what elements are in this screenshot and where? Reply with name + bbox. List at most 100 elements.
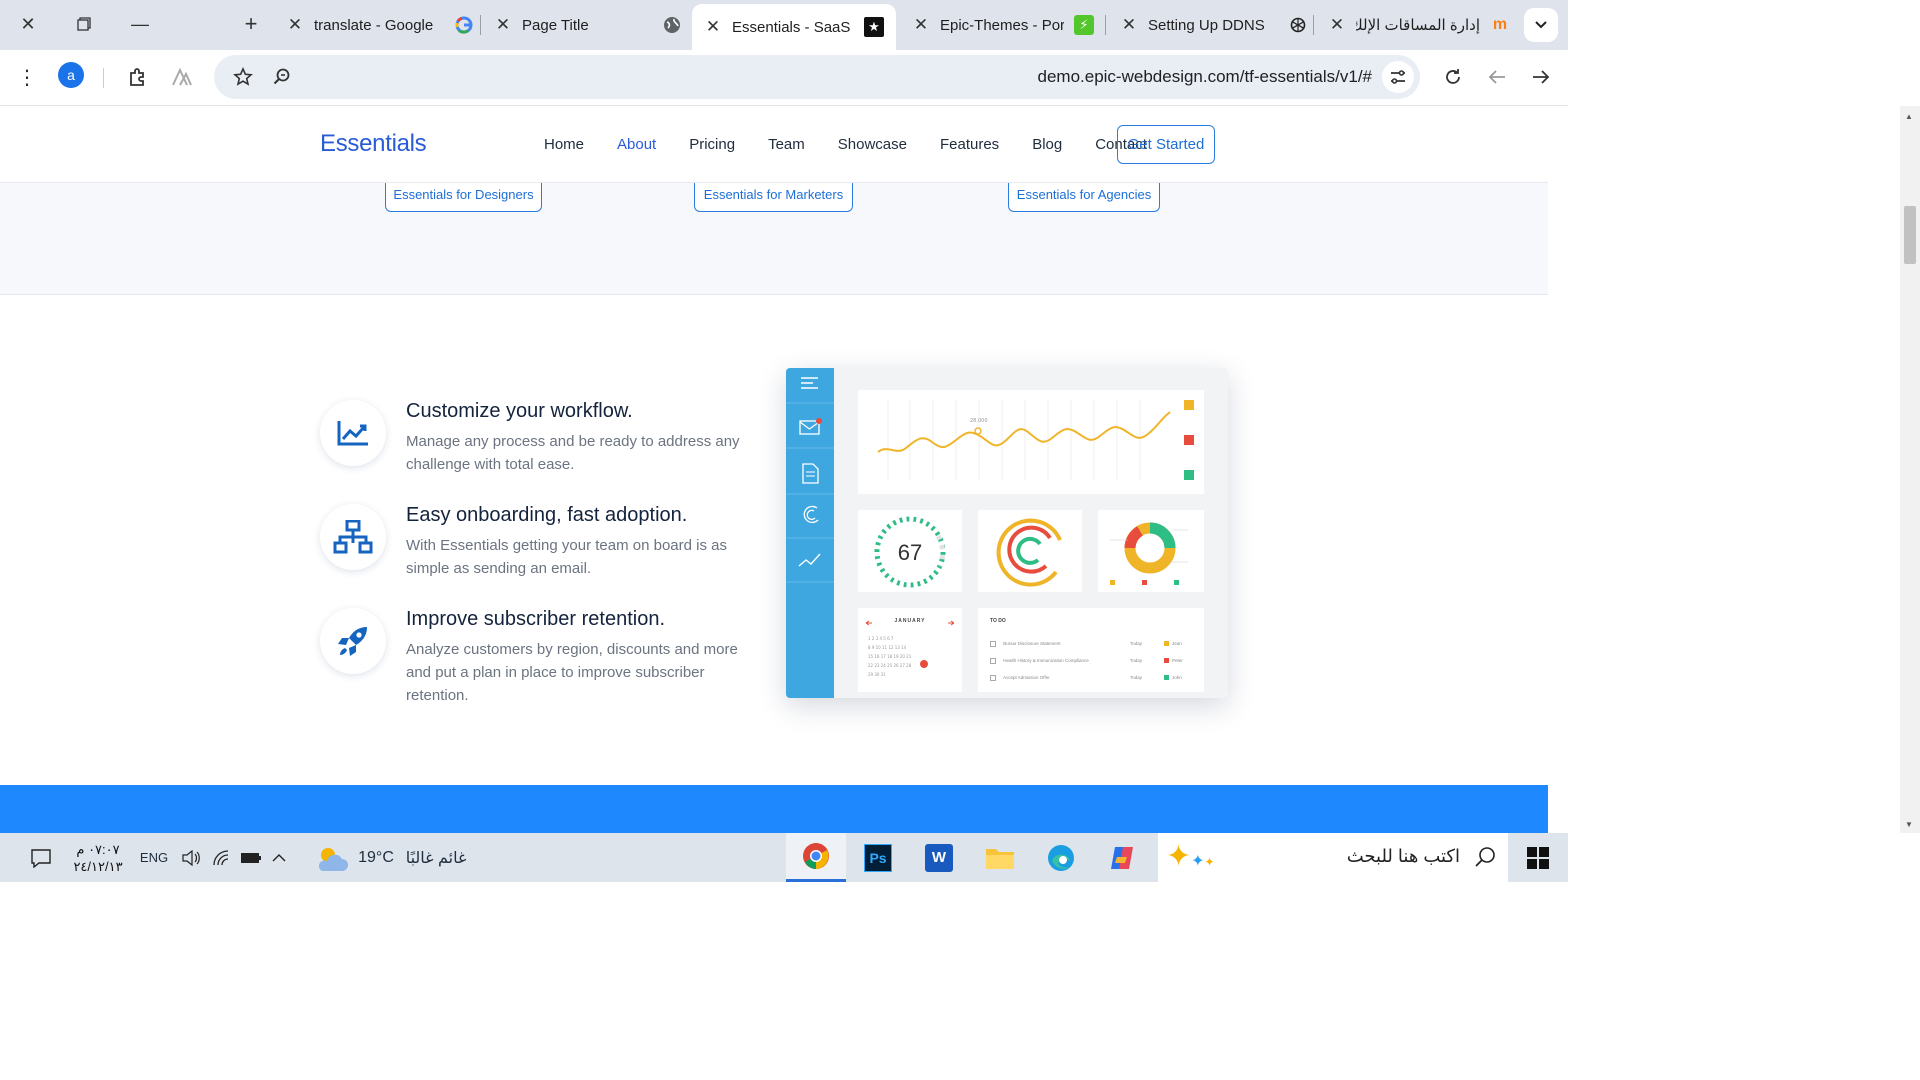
tab-title: Essentials - SaaS La: [732, 18, 854, 36]
line-chart-card: 28,000: [858, 390, 1204, 494]
moodle-icon: m: [1492, 16, 1508, 33]
site-header: Essentials Home About Pricing Team Showc…: [0, 106, 1548, 183]
tab-page-title[interactable]: ✕ Page Title: [494, 6, 682, 44]
chrome-taskbar-icon[interactable]: [786, 833, 846, 882]
sparkle-icon: ✦✦✦: [1166, 840, 1215, 873]
nav-about[interactable]: About: [617, 136, 656, 153]
globe-icon: [662, 15, 682, 35]
tab-title: إدارة المساقات الإلك: [1356, 17, 1480, 34]
nav-showcase[interactable]: Showcase: [838, 136, 907, 153]
weather-temperature[interactable]: 19°C: [356, 833, 396, 882]
menu-kebab-icon[interactable]: ⋮: [11, 61, 43, 93]
language-indicator[interactable]: ENG: [138, 833, 170, 882]
feature-title: Customize your workflow.: [406, 400, 633, 422]
zoom-icon[interactable]: [266, 61, 298, 93]
reader-icon[interactable]: [166, 61, 198, 93]
calendar-card: JANUARY 1 2 3 4 5 6 7 8 9 10 11 12 13 14…: [858, 608, 962, 692]
nav-blog[interactable]: Blog: [1032, 136, 1062, 153]
dashboard-sidebar: [786, 368, 834, 698]
site-logo[interactable]: Essentials: [320, 130, 427, 158]
clock[interactable]: ٠٧:٠٧ م ٢٤/١٢/١٣: [70, 833, 126, 882]
todo-title: TO DO: [990, 618, 1006, 624]
taskbar: ٠٧:٠٧ م ٢٤/١٢/١٣ ENG 19°C غائم غالبًا Ps…: [0, 833, 1568, 882]
todo-item: Health History & Immunization Compliance…: [990, 652, 1196, 669]
radial-chart-card: [978, 510, 1082, 592]
svg-text:15 16 17 18 19 20 21: 15 16 17 18 19 20 21: [868, 654, 912, 659]
windows-start-icon[interactable]: [1522, 833, 1554, 882]
tab-strip: ✕ — + ✕ translate - Google ✕ Page Title …: [0, 0, 1568, 50]
close-tab-icon[interactable]: ✕: [1120, 15, 1138, 35]
minimize-window-icon[interactable]: —: [124, 8, 156, 40]
tab-essentials[interactable]: ✕ Essentials - SaaS La ★: [692, 4, 896, 50]
todo-item: Accept Admission Offer Today John: [990, 669, 1196, 686]
tab-translate[interactable]: ✕ translate - Google: [286, 6, 474, 44]
photoshop-icon[interactable]: Ps: [862, 833, 894, 882]
close-window-icon[interactable]: ✕: [12, 8, 44, 40]
close-tab-icon[interactable]: ✕: [1328, 15, 1346, 35]
feature-title: Easy onboarding, fast adoption.: [406, 504, 688, 526]
tab-moodle[interactable]: ✕ إدارة المساقات الإلك m: [1328, 6, 1510, 44]
feature-title: Improve subscriber retention.: [406, 608, 666, 630]
donut-chart-card: [1098, 510, 1204, 592]
feature-description: Analyze customers by region, discounts a…: [406, 641, 738, 704]
feature-description: With Essentials getting your team on boa…: [406, 537, 727, 577]
close-tab-icon[interactable]: ✕: [704, 17, 722, 37]
edge-icon[interactable]: [1045, 833, 1077, 882]
tab-title: Page Title: [522, 16, 589, 34]
file-explorer-icon[interactable]: [984, 833, 1016, 882]
nav-pricing[interactable]: Pricing: [689, 136, 735, 153]
weather-icon[interactable]: [312, 833, 352, 882]
svg-text:8 9 10 11 12 13 14: 8 9 10 11 12 13 14: [868, 645, 907, 650]
audience-band: Essentials for Designers Essentials for …: [0, 177, 1548, 295]
chevron-up-icon[interactable]: [268, 833, 290, 882]
todo-item: Bursar Disclosure Statement Today Jean: [990, 635, 1196, 652]
calendar-month: JANUARY: [894, 618, 926, 624]
feature-description: Manage any process and be ready to addre…: [406, 433, 740, 473]
star-icon: ★: [864, 17, 884, 37]
nav-features[interactable]: Features: [940, 136, 999, 153]
nav-home[interactable]: Home: [544, 136, 584, 153]
bookmark-star-icon[interactable]: [227, 61, 259, 93]
rocket-icon: [320, 608, 386, 674]
wifi-icon[interactable]: [210, 833, 234, 882]
close-tab-icon[interactable]: ✕: [494, 15, 512, 35]
scrollbar[interactable]: ▲ ▼: [1900, 106, 1920, 833]
word-icon[interactable]: W: [923, 833, 955, 882]
close-tab-icon[interactable]: ✕: [912, 15, 930, 35]
weather-text[interactable]: غائم غالبًا: [400, 833, 472, 882]
extensions-icon[interactable]: [122, 61, 154, 93]
search-input[interactable]: اكتب هنا للبحث: [1347, 846, 1460, 867]
google-icon: [454, 15, 474, 35]
notifications-icon[interactable]: [26, 833, 56, 882]
blue-section: [0, 785, 1548, 833]
tab-epic-themes[interactable]: ✕ Epic-Themes - Port ⚡: [912, 6, 1094, 44]
scroll-thumb[interactable]: [1904, 206, 1916, 264]
site-settings-icon[interactable]: [1382, 61, 1414, 93]
address-bar[interactable]: demo.epic-webdesign.com/tf-essentials/v1…: [214, 55, 1420, 99]
tab-title: Epic-Themes - Port: [940, 16, 1064, 34]
taskbar-search[interactable]: ✦✦✦ اكتب هنا للبحث: [1158, 833, 1508, 882]
tab-title: Setting Up DDNS: [1148, 16, 1265, 34]
volume-icon[interactable]: [179, 833, 203, 882]
gauge-value: 67: [897, 540, 923, 565]
new-tab-icon[interactable]: +: [235, 8, 267, 40]
openai-icon: [1288, 15, 1308, 35]
url-text: demo.epic-webdesign.com/tf-essentials/v1…: [1037, 67, 1373, 86]
close-tab-icon[interactable]: ✕: [286, 15, 304, 35]
tab-ddns[interactable]: ✕ Setting Up DDNS: [1120, 6, 1308, 44]
tab-search-icon[interactable]: [1524, 8, 1558, 42]
lightning-icon: ⚡: [1074, 15, 1094, 35]
battery-icon[interactable]: [238, 833, 264, 882]
nav-team[interactable]: Team: [768, 136, 805, 153]
back-arrow-icon[interactable]: [1525, 61, 1557, 93]
gauge-card: 67: [858, 510, 962, 592]
reload-icon[interactable]: [1437, 61, 1469, 93]
restore-window-icon[interactable]: [68, 8, 100, 40]
get-started-button[interactable]: Get Started: [1117, 125, 1215, 164]
page-viewport: Essentials Home About Pricing Team Showc…: [0, 106, 1548, 833]
main-nav: Home About Pricing Team Showcase Feature…: [544, 136, 1180, 153]
forward-arrow-icon[interactable]: [1481, 61, 1513, 93]
copilot-icon[interactable]: [1106, 833, 1138, 882]
avatar[interactable]: a: [58, 62, 84, 88]
chart-peak-label: 28,000: [970, 418, 988, 424]
